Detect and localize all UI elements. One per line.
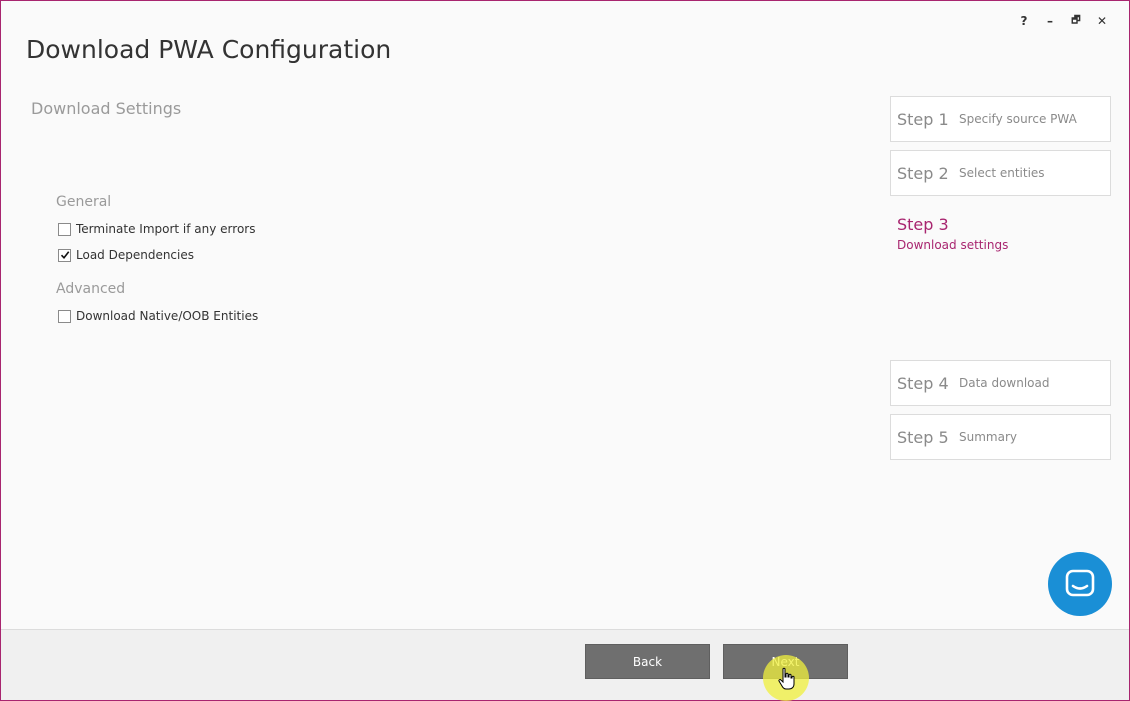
page-title: Download PWA Configuration bbox=[26, 35, 392, 64]
step-2[interactable]: Step 2 Select entities bbox=[890, 150, 1111, 196]
advanced-group-label: Advanced bbox=[56, 281, 126, 297]
window-controls: ? – 🗗 ✕ bbox=[1011, 13, 1115, 29]
close-icon[interactable]: ✕ bbox=[1089, 13, 1115, 29]
step-5[interactable]: Step 5 Summary bbox=[890, 414, 1111, 460]
footer-bar: Back Next bbox=[1, 629, 1129, 700]
step-number: Step 4 bbox=[897, 373, 949, 393]
checkbox-box[interactable] bbox=[58, 248, 71, 262]
download-native-oob-checkbox[interactable]: Download Native/OOB Entities bbox=[58, 309, 258, 323]
hand-cursor-icon bbox=[778, 667, 795, 690]
terminate-import-checkbox[interactable]: Terminate Import if any errors bbox=[58, 222, 255, 236]
step-number: Step 2 bbox=[897, 163, 949, 183]
step-number: Step 3 bbox=[897, 215, 949, 234]
general-group-label: General bbox=[56, 194, 112, 210]
step-description: Summary bbox=[959, 430, 1017, 444]
chat-button[interactable] bbox=[1048, 552, 1112, 616]
section-title: Download Settings bbox=[31, 99, 182, 118]
restore-icon[interactable]: 🗗 bbox=[1063, 13, 1089, 29]
back-button[interactable]: Back bbox=[585, 644, 710, 679]
load-dependencies-checkbox[interactable]: Load Dependencies bbox=[58, 248, 194, 262]
step-description: Select entities bbox=[959, 166, 1045, 180]
app-window: ? – 🗗 ✕ Download PWA Configuration Downl… bbox=[0, 0, 1130, 701]
step-description: Specify source PWA bbox=[959, 112, 1077, 126]
checkbox-label: Terminate Import if any errors bbox=[76, 222, 256, 236]
step-description: Download settings bbox=[897, 238, 1009, 252]
chat-bubble-icon bbox=[1065, 569, 1095, 597]
step-description: Data download bbox=[959, 376, 1050, 390]
help-icon[interactable]: ? bbox=[1011, 13, 1037, 29]
checkmark-icon bbox=[60, 251, 69, 260]
checkbox-label: Load Dependencies bbox=[76, 248, 195, 262]
checkbox-label: Download Native/OOB Entities bbox=[76, 309, 259, 323]
step-3-active: Step 3 Download settings bbox=[897, 215, 1008, 252]
checkbox-box[interactable] bbox=[58, 222, 71, 236]
step-number: Step 5 bbox=[897, 427, 949, 447]
step-1[interactable]: Step 1 Specify source PWA bbox=[890, 96, 1111, 142]
step-4[interactable]: Step 4 Data download bbox=[890, 360, 1111, 406]
minimize-icon[interactable]: – bbox=[1037, 13, 1063, 29]
checkbox-box[interactable] bbox=[58, 309, 71, 323]
step-number: Step 1 bbox=[897, 109, 949, 129]
